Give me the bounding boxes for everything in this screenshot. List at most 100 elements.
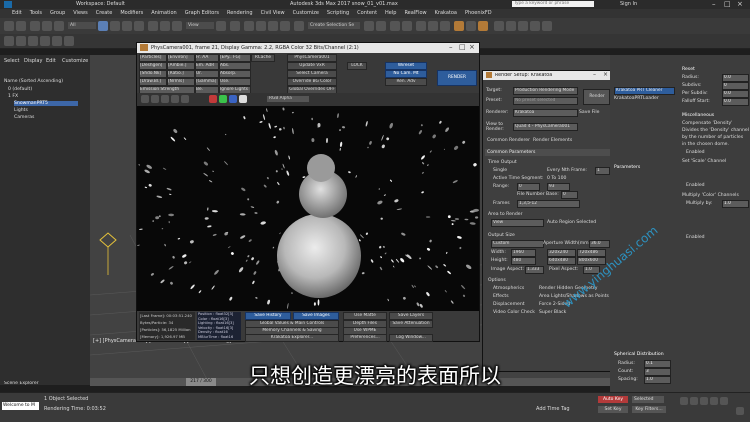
se-tab-edit[interactable]: Edit: [46, 58, 56, 64]
save-images-button[interactable]: Save Images: [293, 312, 339, 320]
preset-640-button[interactable]: 640x480: [547, 257, 576, 265]
height-field[interactable]: 480: [511, 257, 536, 265]
frames-field[interactable]: 1,3,5-12: [517, 200, 580, 208]
menu-item-animation[interactable]: Animation: [147, 9, 181, 18]
populate-icon[interactable]: [52, 36, 62, 46]
link-icon[interactable]: [30, 21, 40, 31]
clear-icon[interactable]: [181, 95, 189, 103]
curve-editor-icon[interactable]: [416, 21, 426, 31]
tab-renderer[interactable]: Renderer: [509, 138, 530, 143]
abs-field[interactable]: Abs.: [219, 62, 251, 70]
phoenix-icon[interactable]: [530, 21, 540, 31]
preferences-button[interactable]: Preferences...: [343, 334, 387, 342]
tab-render-elements[interactable]: Render Elements: [533, 138, 572, 143]
absorp-field[interactable]: Absorp.: [219, 70, 251, 78]
krakatoa-prt-icon[interactable]: [518, 21, 528, 31]
range-radio[interactable]: Range:: [493, 184, 509, 189]
log-window-button[interactable]: Log Window...: [389, 334, 433, 342]
freeform-ribbon-icon[interactable]: [16, 36, 26, 46]
auto-key-button[interactable]: Auto Key: [598, 396, 628, 403]
em-adr-field[interactable]: Em. AdR: [195, 62, 219, 70]
menu-item-tools[interactable]: Tools: [26, 9, 46, 18]
previous-frame-icon[interactable]: [690, 397, 698, 405]
per-subdiv-field[interactable]: 0.0: [722, 90, 749, 98]
rs-render-button[interactable]: Render: [583, 89, 610, 105]
se-tab-customize[interactable]: Customize: [62, 58, 88, 64]
select-by-name-icon[interactable]: [110, 21, 120, 31]
every-nth-field[interactable]: 1: [595, 167, 610, 175]
select-object-icon[interactable]: [98, 21, 108, 31]
rcache-button[interactable]: RCache: [251, 54, 275, 62]
realflow-icon[interactable]: [542, 21, 552, 31]
spinner-snap-icon[interactable]: [280, 21, 290, 31]
subdivs-field[interactable]: 0: [722, 82, 749, 90]
image-aspect-field[interactable]: 1.333: [525, 266, 544, 274]
tab-common[interactable]: Common: [487, 138, 508, 143]
play-icon[interactable]: [700, 397, 708, 405]
prt-cleaner-button[interactable]: Krakatoa PRT Cleaner: [614, 87, 675, 95]
effects-checkbox[interactable]: Effects: [493, 294, 509, 299]
atmospherics-checkbox[interactable]: Atmospherics: [493, 286, 524, 291]
rotate-icon[interactable]: [160, 21, 170, 31]
menu-item-create[interactable]: Create: [92, 9, 117, 18]
shdo-field[interactable]: [Shdo.Nk]: [139, 70, 167, 78]
gamma-field[interactable]: [Gamma]: [195, 78, 219, 86]
scale-icon[interactable]: [172, 21, 182, 31]
falloff-start-field[interactable]: 0.0: [722, 98, 749, 106]
range-from-field[interactable]: 0: [517, 183, 540, 191]
key-filters-button[interactable]: Key Filters...: [632, 406, 666, 413]
named-selection-dropdown[interactable]: Create Selection Se: [308, 22, 360, 29]
preset-720-button[interactable]: 720x486: [577, 249, 606, 257]
krakatoa-log-icon[interactable]: [506, 21, 516, 31]
menu-item-help[interactable]: Help: [381, 9, 400, 18]
camera-gizmo[interactable]: [99, 232, 117, 275]
rw-maximize-icon[interactable]: □: [459, 43, 466, 51]
super-black-checkbox[interactable]: Super Black: [539, 310, 566, 315]
lock-button[interactable]: LOCK: [347, 62, 367, 70]
frames-radio[interactable]: Frames: [493, 201, 510, 206]
menu-item-scripting[interactable]: Scripting: [323, 9, 353, 18]
preset-dropdown[interactable]: No preset selected: [513, 97, 578, 105]
mirror-icon[interactable]: [364, 21, 374, 31]
ur-field[interactable]: Ur.: [195, 70, 219, 78]
ren-adv-button[interactable]: Ren. Adv: [385, 78, 427, 86]
menu-item-views[interactable]: Views: [69, 9, 91, 18]
single-radio[interactable]: Single: [493, 168, 507, 173]
se-tab-display[interactable]: Display: [24, 58, 42, 64]
se-item-snowman[interactable]: SnowmanPRT5: [14, 101, 78, 106]
blue-channel-icon[interactable]: [229, 95, 237, 103]
override-bg-button[interactable]: Override BG Color: [287, 78, 337, 86]
krakatoa-icon[interactable]: [494, 21, 504, 31]
save-layers-button[interactable]: Save Layers: [389, 312, 433, 320]
fr-aa-field[interactable]: Fr. AA: [195, 54, 219, 62]
rw-close-icon[interactable]: ×: [469, 43, 475, 51]
object-paint-icon[interactable]: [40, 36, 50, 46]
maximize-icon[interactable]: □: [724, 0, 731, 8]
enabled-checkbox-2[interactable]: Enabled: [686, 183, 705, 188]
width-field[interactable]: 1960: [511, 249, 536, 257]
align-icon[interactable]: [376, 21, 386, 31]
auto-region-checkbox[interactable]: Auto Region Selected: [547, 220, 596, 225]
select-camera-button[interactable]: Select Camera: [287, 70, 337, 78]
schematic-view-icon[interactable]: [428, 21, 438, 31]
displacement-checkbox[interactable]: Displacement: [493, 302, 525, 307]
render-production-icon[interactable]: [478, 21, 488, 31]
search-input[interactable]: Type a keyword or phrase: [512, 1, 594, 7]
green-channel-icon[interactable]: [219, 95, 227, 103]
menu-item-customize[interactable]: Customize: [289, 9, 323, 18]
minimize-icon[interactable]: –: [712, 0, 716, 8]
redo-icon[interactable]: [16, 21, 26, 31]
save-file-checkbox[interactable]: Save File: [579, 110, 599, 115]
update-vxr-button[interactable]: Update VxR: [287, 62, 337, 70]
menu-item-edit[interactable]: Edit: [8, 9, 26, 18]
layer-explorer-icon[interactable]: [390, 21, 400, 31]
rw-minimize-icon[interactable]: –: [449, 43, 453, 51]
rs-minimize-icon[interactable]: –: [593, 71, 596, 78]
environ-field[interactable]: [Environ]: [167, 54, 195, 62]
next-frame-icon[interactable]: [710, 397, 718, 405]
prt-loader-item[interactable]: KrakatoaPRTLoader: [614, 96, 659, 101]
area-dropdown[interactable]: View: [491, 219, 544, 227]
rs-close-icon[interactable]: ×: [603, 71, 608, 78]
scene-explorer-icon[interactable]: [402, 21, 412, 31]
multiply-by-field[interactable]: 1.0: [722, 200, 749, 208]
